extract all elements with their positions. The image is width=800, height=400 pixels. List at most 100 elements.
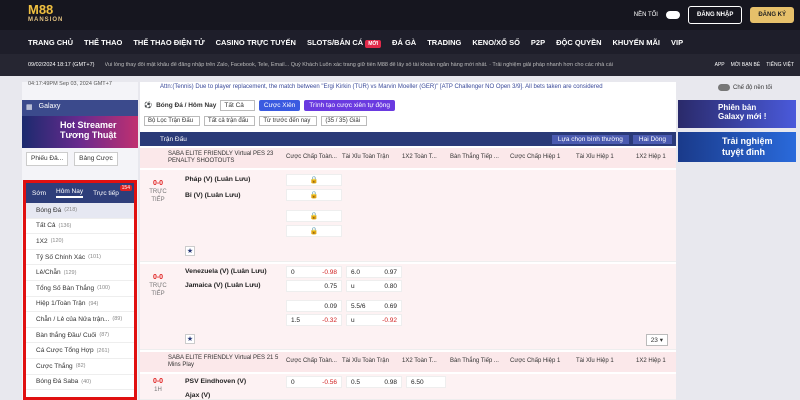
login-button[interactable]: ĐĂNG NHẬP bbox=[687, 6, 743, 24]
language-select[interactable]: TIẾNG VIỆT bbox=[766, 62, 794, 68]
away-team: Jamaica (V) (Luân Lưu) bbox=[185, 282, 261, 289]
total-odds[interactable]: u -0.92 bbox=[346, 314, 402, 326]
favorite-star-icon[interactable]: ★ bbox=[185, 246, 195, 256]
live-count-badge: 154 bbox=[119, 185, 132, 191]
toggle-switch bbox=[718, 84, 730, 91]
total-odds[interactable]: u 0.80 bbox=[346, 280, 402, 292]
odds-cell-locked: 🔒 bbox=[286, 174, 342, 186]
column-header: 1X2 Hiệp 1 bbox=[636, 154, 666, 160]
parlay-button[interactable]: Cược Xiên bbox=[258, 99, 301, 111]
nav-p2p[interactable]: P2P bbox=[531, 38, 545, 47]
market-select[interactable]: Tất Cả bbox=[220, 99, 255, 111]
nav-home[interactable]: TRANG CHỦ bbox=[28, 38, 73, 47]
list-item[interactable]: Bóng Đá Saba (40) bbox=[26, 375, 134, 391]
dropdown-tabs: Sớm Hôm Nay Trực tiếp 154 bbox=[26, 183, 134, 203]
announcement[interactable]: Attn:(Tennis) Due to player replacement,… bbox=[140, 82, 676, 94]
handicap-odds[interactable]: 0.09 bbox=[286, 300, 342, 312]
tab-today[interactable]: Hôm Nay bbox=[56, 188, 84, 198]
match-filter[interactable]: Bộ Lọc Trận Đấu bbox=[144, 116, 201, 126]
item-label: Hiệp 1/Toàn Trận bbox=[36, 300, 86, 308]
item-label: Bàn thắng Đầu/ Cuối bbox=[36, 331, 97, 339]
odds-value: 6.50 bbox=[411, 378, 424, 386]
register-button[interactable]: ĐĂNG KÝ bbox=[750, 7, 794, 23]
handicap-odds[interactable]: 0 -0.56 bbox=[286, 376, 342, 388]
total-line: 0.5 bbox=[351, 378, 361, 386]
bet-slip-tab[interactable]: Phiếu Đả... bbox=[26, 152, 69, 166]
home-team: Venezuela (V) (Luân Lưu) bbox=[185, 268, 267, 275]
nav-exclusive[interactable]: ĐỘC QUYỀN bbox=[556, 38, 601, 47]
page-select[interactable]: 23 ▾ bbox=[645, 334, 668, 346]
odds-main: Attn:(Tennis) Due to player replacement,… bbox=[140, 82, 676, 400]
list-item[interactable]: Hiệp 1/Toàn Trận (94) bbox=[26, 297, 134, 313]
item-count: (87) bbox=[99, 332, 110, 339]
total-odds[interactable]: 6.0 0.97 bbox=[346, 266, 402, 278]
tab-live[interactable]: Trực tiếp bbox=[93, 190, 119, 197]
nav-trading[interactable]: TRADING bbox=[427, 38, 461, 47]
list-item[interactable]: Chẵn / Lẻ của Nửa trận... (89) bbox=[26, 312, 134, 328]
handicap-odds[interactable]: 0 -0.98 bbox=[286, 266, 342, 278]
nav-sports[interactable]: THỂ THAO bbox=[84, 38, 122, 47]
handicap-line: 0 bbox=[291, 268, 295, 276]
home-team: PSV Eindhoven (V) bbox=[185, 378, 247, 385]
match-score: 0-0 TRỰC TIẾP bbox=[148, 180, 168, 204]
handicap-odds[interactable]: 0.75 bbox=[286, 280, 342, 292]
list-item[interactable]: Tổng Số Bàn Thắng (100) bbox=[26, 281, 134, 297]
matches-section-header: Trận Đấu Lựa chọn bình thường Hai Dòng bbox=[140, 132, 676, 146]
sport-title[interactable]: Bóng Đá / Hôm Nay bbox=[156, 102, 216, 109]
bet-list-tab[interactable]: Bảng Cược bbox=[74, 152, 118, 166]
item-label: Chẵn / Lẻ của Nửa trận... bbox=[36, 315, 110, 323]
list-item[interactable]: 1X2 (120) bbox=[26, 234, 134, 250]
time-filter[interactable]: Từ trước đến nay bbox=[259, 116, 318, 126]
nav-slots-label: SLOTS/BẮN CÁ bbox=[306, 37, 364, 47]
total-line: u bbox=[351, 316, 355, 324]
view-select[interactable]: Lựa chọn bình thường bbox=[551, 134, 629, 144]
handicap-odds[interactable]: 1.5 -0.32 bbox=[286, 314, 342, 326]
list-item[interactable]: Tỷ Số Chính Xác (101) bbox=[26, 250, 134, 266]
nav-keno[interactable]: KENO/XỔ SỐ bbox=[472, 38, 520, 47]
league-filter[interactable]: (35 / 35) Giải bbox=[321, 116, 368, 126]
1x2-odds[interactable]: 6.50 bbox=[406, 376, 446, 388]
nav-cockfight[interactable]: ĐÁ GÀ bbox=[392, 38, 416, 47]
score-value: 0-0 bbox=[152, 274, 164, 281]
dark-mode-switch[interactable]: Chế độ nền tối bbox=[718, 84, 772, 91]
column-header: Cược Chấp Hiệp 1 bbox=[510, 154, 561, 160]
lock-icon: 🔒 bbox=[309, 192, 319, 199]
odds-cell-locked: 🔒 bbox=[286, 189, 342, 201]
list-item[interactable]: Tất Cả (136) bbox=[26, 219, 134, 235]
list-item[interactable]: Bóng Đá (218) bbox=[26, 203, 134, 219]
nav-promotions[interactable]: KHUYẾN MÃI bbox=[613, 38, 661, 47]
total-line: u bbox=[351, 282, 355, 290]
dark-mode-toggle[interactable] bbox=[665, 11, 680, 19]
banner-line1: Hot Streamer bbox=[60, 120, 117, 130]
logo-text: M88 bbox=[28, 2, 54, 17]
galaxy-promo-banner[interactable]: Phiên bản Galaxy mới ! bbox=[678, 100, 796, 128]
hot-streamer-banner[interactable]: Hot Streamer Tương Thuật bbox=[22, 116, 138, 148]
live-label: TRỰC TIẾP bbox=[149, 189, 167, 203]
galaxy-header[interactable]: ▦ Galaxy bbox=[22, 100, 138, 116]
experience-promo-banner[interactable]: Trải nghiệm tuyệt đỉnh bbox=[678, 132, 796, 162]
list-item[interactable]: Lẻ/Chẵn (129) bbox=[26, 265, 134, 281]
all-matches-filter[interactable]: Tất cả trận đấu bbox=[204, 116, 256, 126]
tab-early[interactable]: Sớm bbox=[32, 190, 46, 197]
nav-casino[interactable]: CASINO TRỰC TUYẾN bbox=[216, 38, 296, 47]
dark-mode-label: NỀN TỐI bbox=[633, 12, 658, 18]
total-odds[interactable]: 0.5 0.98 bbox=[346, 376, 402, 388]
odds-value: 0.80 bbox=[384, 282, 397, 290]
odds-value: 0.97 bbox=[384, 268, 397, 276]
list-item[interactable]: Cược Thắng (82) bbox=[26, 359, 134, 375]
column-header: Tài Xỉu Hiệp 1 bbox=[576, 358, 614, 364]
total-odds[interactable]: 5.5/6 0.69 bbox=[346, 300, 402, 312]
total-line: 5.5/6 bbox=[351, 302, 366, 310]
app-link[interactable]: APP bbox=[715, 62, 725, 68]
list-item[interactable]: Bàn thắng Đầu/ Cuối (87) bbox=[26, 328, 134, 344]
column-header: 1X2 Hiệp 1 bbox=[636, 358, 666, 364]
auto-parlay-button[interactable]: Trình tạo cược xiên tự động bbox=[304, 99, 395, 111]
rows-select[interactable]: Hai Dòng bbox=[632, 134, 672, 144]
nav-esports[interactable]: THỂ THAO ĐIỆN TỬ bbox=[133, 38, 204, 47]
nav-slots[interactable]: SLOTS/BẮN CÁ MỚI bbox=[306, 37, 382, 48]
favorite-star-icon[interactable]: ★ bbox=[185, 334, 195, 344]
nav-vip[interactable]: VIP bbox=[671, 38, 683, 47]
m88-logo[interactable]: M88 MANSION bbox=[28, 3, 63, 23]
invite-link[interactable]: MỜI BẠN BÈ bbox=[731, 62, 761, 68]
list-item[interactable]: Cá Cược Tổng Hợp (261) bbox=[26, 343, 134, 359]
